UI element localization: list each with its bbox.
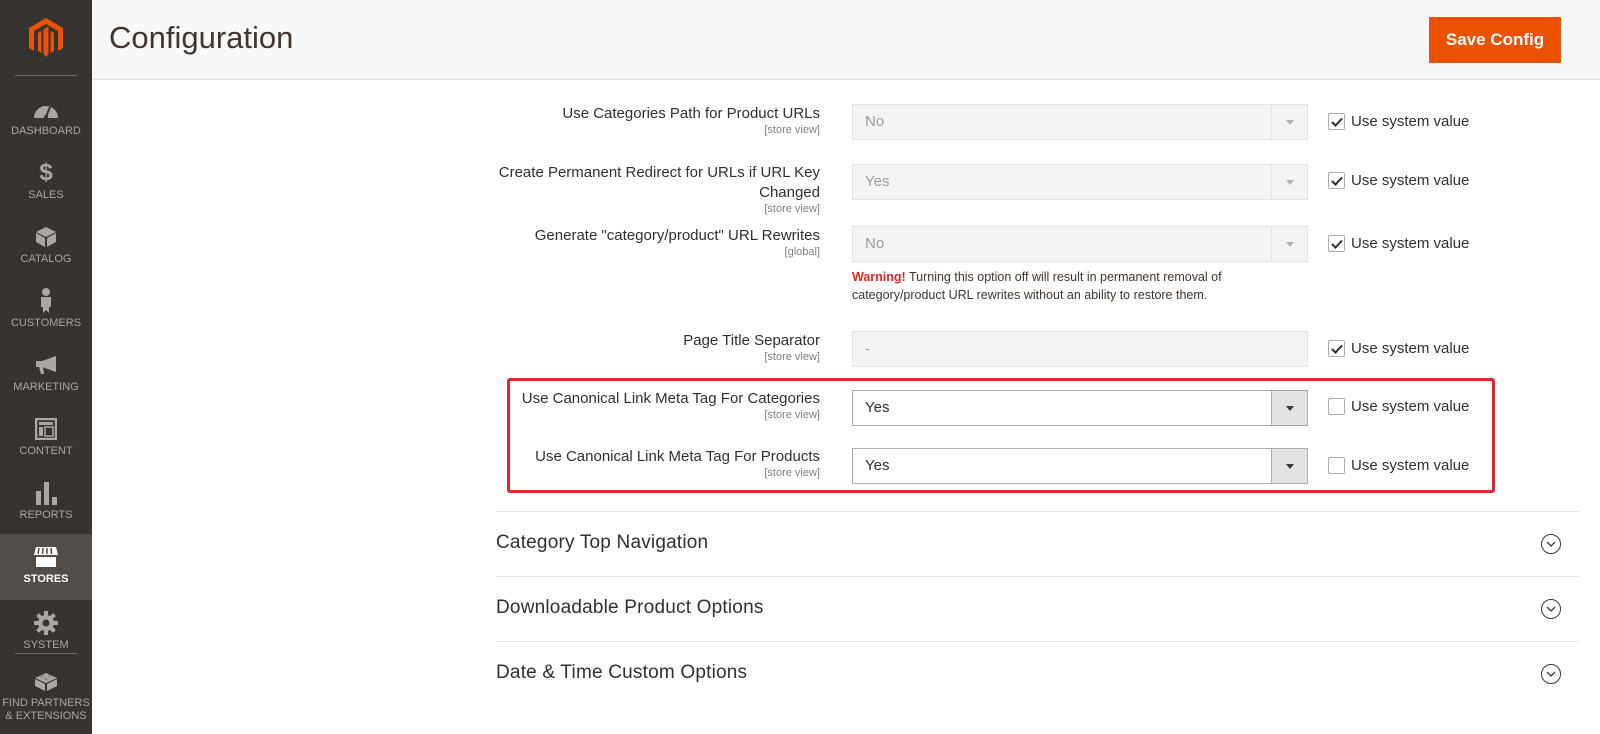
sidebar-item-find-partners[interactable]: FIND PARTNERS & EXTENSIONS [0,664,92,734]
page-title: Configuration [109,20,294,55]
sidebar-item-label: SALES [28,189,64,201]
page-title-separator-input[interactable]: - [852,331,1308,367]
scope-label: [store view] [764,351,820,363]
sidebar-item-label: MARKETING [13,381,79,393]
field-label: Use Categories Path for Product URLs [st… [460,104,820,137]
save-config-button[interactable]: Save Config [1429,17,1561,63]
sidebar-item-stores[interactable]: STORES [0,534,92,600]
canonical-categories-select[interactable]: Yes [852,390,1308,426]
sidebar-item-label: SYSTEM [23,639,69,651]
sidebar-item-label: CATALOG [20,253,72,265]
sidebar-item-marketing[interactable]: MARKETING [0,342,92,408]
checkbox-checked[interactable] [1328,113,1345,130]
sidebar-item-reports[interactable]: REPORTS [0,470,92,536]
layout-icon [33,416,59,442]
field-label: Use Canonical Link Meta Tag For Products… [460,447,820,480]
dashboard-icon [33,96,59,122]
admin-sidebar: DASHBOARD $ SALES CATALOG CUSTOMERS MARK… [0,0,92,734]
use-system-value-checkbox[interactable]: Use system value [1328,398,1469,415]
chevron-down-circle-icon[interactable] [1541,599,1561,619]
scope-label: [store view] [764,124,820,136]
chevron-down-icon [1271,227,1307,261]
scope-label: [store view] [764,409,820,421]
sidebar-item-label: CONTENT [19,445,73,457]
warning-message: Warning! Turning this option off will re… [852,270,1222,302]
sidebar-item-catalog[interactable]: CATALOG [0,214,92,280]
sidebar-item-label: REPORTS [19,509,73,521]
scope-label: [store view] [764,467,820,479]
sidebar-divider [15,75,77,76]
field-label: Use Canonical Link Meta Tag For Categori… [460,389,820,422]
checkbox-unchecked[interactable] [1328,457,1345,474]
gear-icon [33,610,59,636]
page-header: Configuration Save Config [92,0,1600,80]
checkbox-checked[interactable] [1328,340,1345,357]
bar-chart-icon [33,480,59,506]
use-system-value-checkbox[interactable]: Use system value [1328,340,1469,357]
section-date-time-custom-options[interactable]: Date & Time Custom Options [496,641,1579,706]
chevron-down-circle-icon[interactable] [1541,534,1561,554]
chevron-down-icon [1271,165,1307,199]
sidebar-item-sales[interactable]: $ SALES [0,150,92,216]
field-label: Create Permanent Redirect for URLs if UR… [460,163,820,216]
magento-logo-icon [29,17,63,57]
sidebar-item-label: DASHBOARD [11,125,81,137]
chevron-down-icon [1271,391,1307,425]
section-title: Downloadable Product Options [496,597,764,618]
checkbox-checked[interactable] [1328,235,1345,252]
blocks-icon [33,668,59,694]
sidebar-item-label: STORES [23,573,69,585]
sidebar-item-label: FIND PARTNERS & EXTENSIONS [2,697,90,722]
megaphone-icon [33,352,59,378]
person-icon [33,288,59,314]
chevron-down-icon [1271,105,1307,139]
canonical-products-select[interactable]: Yes [852,448,1308,484]
scope-label: [global] [784,246,820,258]
sidebar-divider [15,653,77,654]
sidebar-item-label: CUSTOMERS [10,317,82,329]
sidebar-item-system[interactable]: SYSTEM [0,600,92,666]
magento-logo[interactable] [0,0,92,75]
field-label: Generate "category/product" URL Rewrites… [460,226,820,259]
sidebar-item-content[interactable]: CONTENT [0,406,92,472]
box-icon [33,224,59,250]
section-downloadable-product-options[interactable]: Downloadable Product Options [496,576,1579,641]
use-system-value-checkbox[interactable]: Use system value [1328,235,1469,252]
use-system-value-checkbox[interactable]: Use system value [1328,457,1469,474]
sidebar-item-dashboard[interactable]: DASHBOARD [0,86,92,152]
section-title: Category Top Navigation [496,532,709,553]
section-category-top-navigation[interactable]: Category Top Navigation [496,511,1579,576]
scope-label: [store view] [764,203,820,215]
section-title: Date & Time Custom Options [496,662,748,683]
chevron-down-circle-icon[interactable] [1541,664,1561,684]
chevron-down-icon [1271,449,1307,483]
checkbox-unchecked[interactable] [1328,398,1345,415]
url-rewrites-select[interactable]: No [852,226,1308,262]
dollar-icon: $ [39,159,53,186]
categories-path-select[interactable]: No [852,104,1308,140]
field-label: Page Title Separator [store view] [460,331,820,364]
use-system-value-checkbox[interactable]: Use system value [1328,172,1469,189]
sidebar-item-customers[interactable]: CUSTOMERS [0,278,92,344]
checkbox-checked[interactable] [1328,172,1345,189]
use-system-value-checkbox[interactable]: Use system value [1328,113,1469,130]
permanent-redirect-select[interactable]: Yes [852,164,1308,200]
storefront-icon [33,544,59,570]
